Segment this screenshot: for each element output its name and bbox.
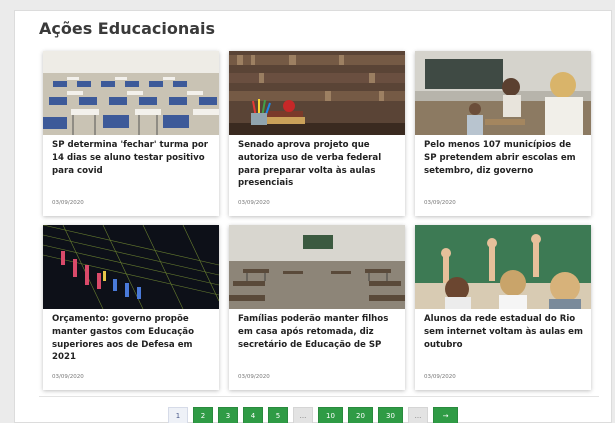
news-date: 03/09/2020 bbox=[238, 374, 270, 380]
news-date: 03/09/2020 bbox=[424, 374, 456, 380]
news-date: 03/09/2020 bbox=[238, 200, 270, 206]
news-headline[interactable]: Senado aprova projeto que autoriza uso d… bbox=[238, 139, 399, 190]
news-headline[interactable]: Pelo menos 107 municípios de SP pretende… bbox=[424, 139, 585, 177]
stock-chart-image bbox=[43, 225, 219, 309]
raised-hands-image bbox=[415, 225, 591, 309]
page-button[interactable]: 3 bbox=[218, 407, 238, 423]
news-headline[interactable]: Orçamento: governo propõe manter gastos … bbox=[52, 313, 213, 364]
page-button[interactable]: 10 bbox=[318, 407, 343, 423]
section-title: Ações Educacionais bbox=[39, 19, 216, 38]
news-date: 03/09/2020 bbox=[424, 200, 456, 206]
page-button-current[interactable]: 1 bbox=[168, 407, 188, 423]
news-headline[interactable]: Famílias poderão manter filhos em casa a… bbox=[238, 313, 399, 351]
page-button[interactable]: 4 bbox=[243, 407, 263, 423]
page-button[interactable]: 30 bbox=[378, 407, 403, 423]
next-page-button[interactable]: → bbox=[433, 407, 458, 423]
news-card[interactable]: Alunos da rede estadual do Rio sem inter… bbox=[415, 225, 591, 390]
news-grid: SP determina 'fechar' turma por 14 dias … bbox=[43, 51, 591, 390]
page-ellipsis: ... bbox=[408, 407, 428, 423]
news-panel: Ações Educacionais SP determina 'fechar'… bbox=[14, 10, 612, 423]
news-card[interactable]: Orçamento: governo propõe manter gastos … bbox=[43, 225, 219, 390]
news-card[interactable]: Pelo menos 107 municípios de SP pretende… bbox=[415, 51, 591, 216]
divider bbox=[39, 396, 599, 397]
news-card[interactable]: Famílias poderão manter filhos em casa a… bbox=[229, 225, 405, 390]
page-button[interactable]: 2 bbox=[193, 407, 213, 423]
news-date: 03/09/2020 bbox=[52, 200, 84, 206]
empty-classroom-image bbox=[229, 225, 405, 309]
news-date: 03/09/2020 bbox=[52, 374, 84, 380]
news-headline[interactable]: Alunos da rede estadual do Rio sem inter… bbox=[424, 313, 585, 351]
page-ellipsis: ... bbox=[293, 407, 313, 423]
page-button[interactable]: 5 bbox=[268, 407, 288, 423]
page-button[interactable]: 20 bbox=[348, 407, 373, 423]
books-pencils-image bbox=[229, 51, 405, 135]
students-classroom-image bbox=[415, 51, 591, 135]
news-card[interactable]: Senado aprova projeto que autoriza uso d… bbox=[229, 51, 405, 216]
classroom-chairs-image bbox=[43, 51, 219, 135]
pagination: 1 2 3 4 5 ... 10 20 30 ... → bbox=[168, 407, 458, 423]
news-card[interactable]: SP determina 'fechar' turma por 14 dias … bbox=[43, 51, 219, 216]
news-headline[interactable]: SP determina 'fechar' turma por 14 dias … bbox=[52, 139, 213, 177]
